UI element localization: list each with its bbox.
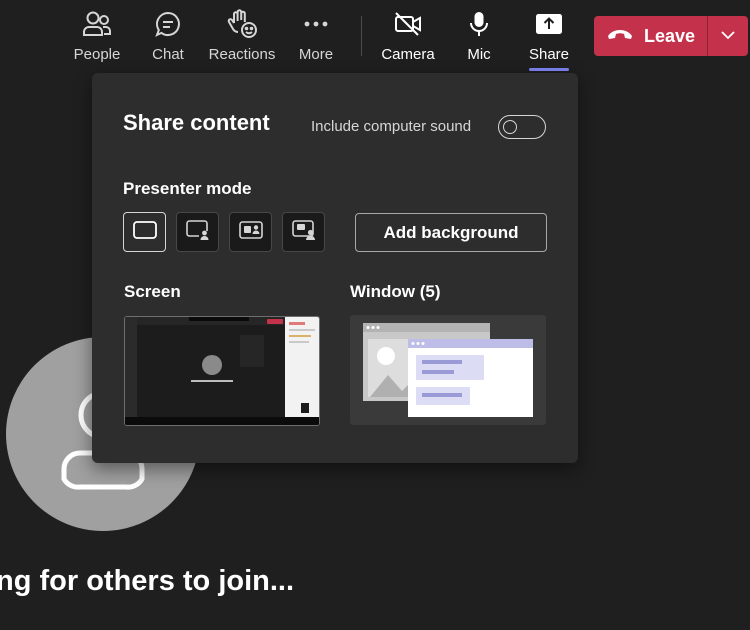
presenter-mode-standout[interactable] (176, 212, 219, 252)
mic-label: Mic (467, 46, 491, 63)
camera-off-icon (388, 8, 428, 40)
presenter-mode-side-by-side[interactable] (229, 212, 272, 252)
share-tray-icon (529, 8, 569, 40)
toolbar-divider (361, 16, 362, 56)
chat-icon (148, 8, 188, 40)
leave-label: Leave (643, 25, 696, 46)
share-content-panel: Share content Include computer sound Pre… (92, 73, 578, 463)
mic-button[interactable]: Mic (465, 8, 493, 68)
presenter-mode-label: Presenter mode (123, 179, 252, 198)
camera-button[interactable]: Camera (381, 8, 435, 68)
leave-options-dropdown[interactable] (708, 16, 748, 56)
panel-title: Share content (123, 110, 270, 135)
camera-label: Camera (381, 46, 435, 63)
raise-hand-reaction-icon (222, 8, 262, 40)
share-label: Share (528, 46, 570, 63)
chat-label: Chat (152, 46, 184, 63)
leave-button-group: Leave (594, 16, 748, 56)
people-label: People (73, 46, 121, 63)
computer-sound-label: Include computer sound (311, 118, 472, 135)
waiting-message: ng for others to join... (0, 565, 295, 597)
window-illustration-image (350, 315, 546, 425)
share-button[interactable]: Share (528, 8, 570, 68)
share-active-indicator (529, 68, 569, 71)
screen-section-label: Screen (124, 282, 181, 301)
content-only-icon (132, 220, 158, 245)
more-label: More (298, 46, 334, 63)
people-icon (77, 8, 117, 40)
screen-preview-image (125, 317, 319, 425)
chevron-down-icon (720, 27, 736, 45)
add-background-button[interactable]: Add background (355, 213, 547, 252)
people-button[interactable]: People (73, 8, 121, 68)
computer-sound-toggle[interactable] (498, 115, 546, 139)
chat-button[interactable]: Chat (148, 8, 188, 68)
hang-up-phone-icon (606, 27, 634, 46)
screen-share-thumbnail[interactable] (124, 316, 320, 426)
window-share-thumbnail[interactable] (350, 315, 546, 425)
microphone-icon (459, 8, 499, 40)
reactions-label: Reactions (208, 46, 276, 63)
reactions-button[interactable]: Reactions (209, 8, 275, 68)
leave-button[interactable]: Leave (594, 16, 707, 56)
reporter-mode-icon (291, 219, 317, 246)
window-section-label: Window (5) (350, 282, 441, 301)
toggle-knob (503, 119, 517, 134)
standout-mode-icon (185, 219, 211, 246)
presenter-mode-reporter[interactable] (282, 212, 325, 252)
more-button[interactable]: More (298, 8, 334, 68)
side-by-side-mode-icon (238, 220, 264, 245)
presenter-mode-content-only[interactable] (123, 212, 166, 252)
meeting-toolbar: People Chat Reactions More Camera Mic Sh… (0, 0, 750, 74)
more-dots-icon (296, 8, 336, 40)
